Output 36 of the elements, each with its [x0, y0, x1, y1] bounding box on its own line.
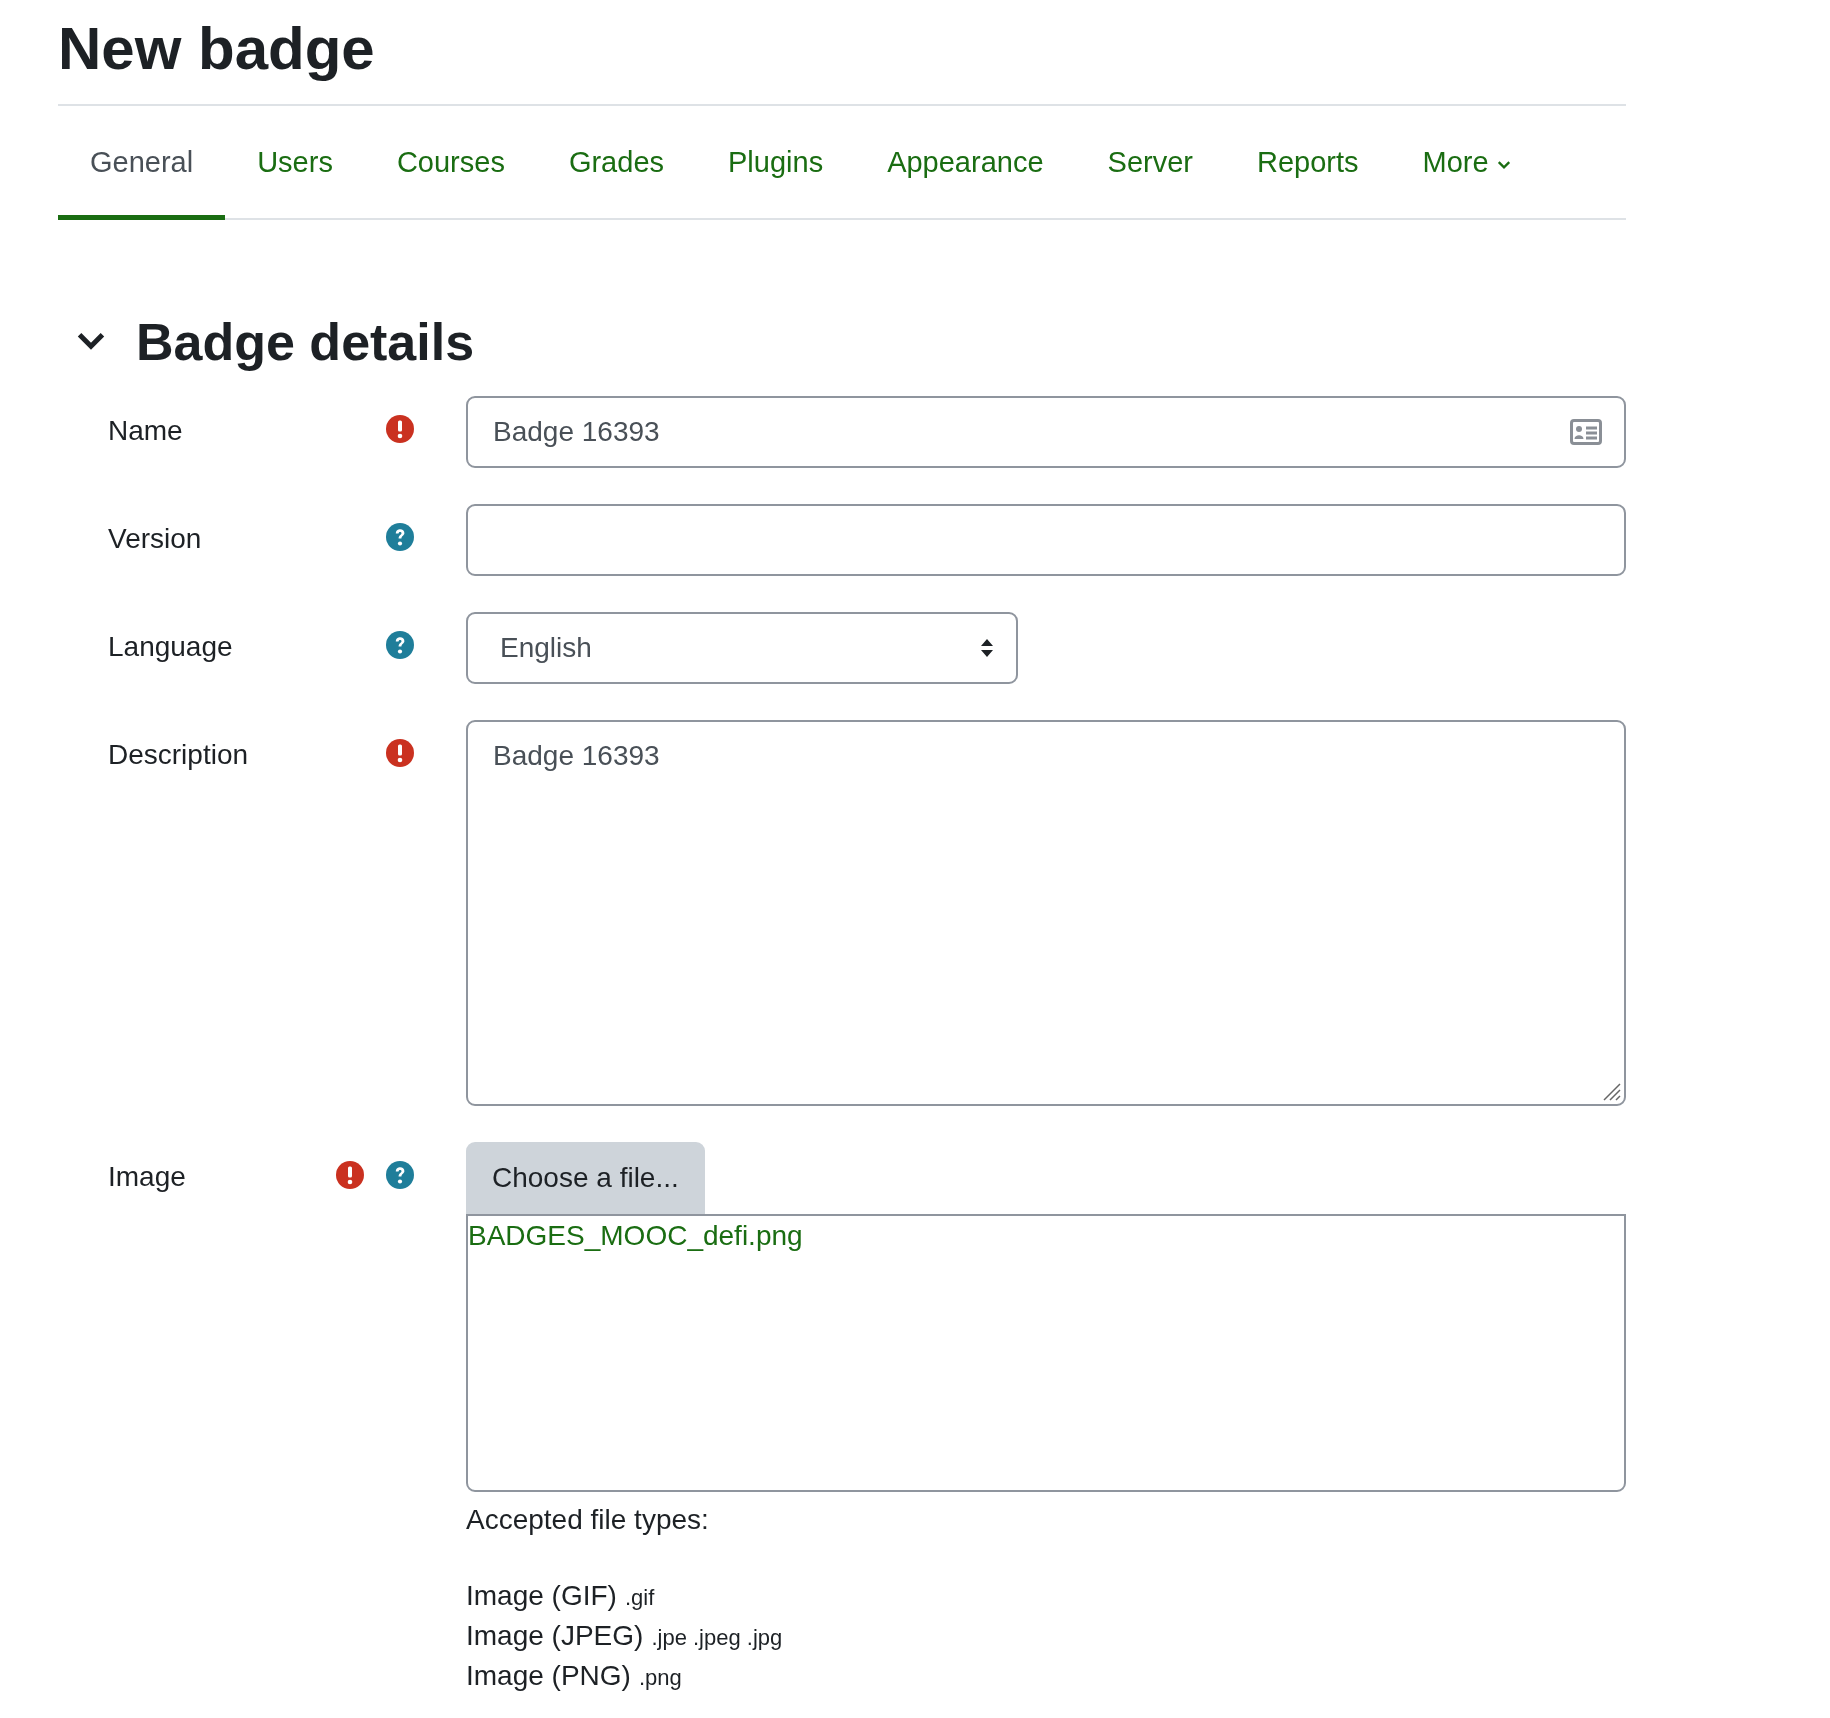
text-input[interactable]: Badge 16393 — [466, 396, 1626, 468]
field-label: Image — [108, 1161, 186, 1193]
language-select[interactable]: English — [466, 612, 1018, 684]
nav-tab[interactable]: Grades — [536, 106, 696, 220]
section-title: Badge details — [136, 312, 475, 372]
field-label: Name — [108, 415, 183, 447]
nav-tab[interactable]: Server — [1075, 106, 1225, 220]
file-extensions: .png — [638, 1665, 682, 1690]
nav-tab[interactable]: Courses — [364, 106, 537, 220]
nav-tab[interactable]: Reports — [1224, 106, 1391, 220]
description-textarea[interactable]: Badge 16393 — [466, 720, 1626, 1106]
file-extensions: .jpe .jpeg .jpg — [651, 1625, 783, 1650]
accepted-types-label: Accepted file types: — [466, 1504, 709, 1536]
nav-tab[interactable]: More — [1390, 106, 1543, 220]
field-label: Version — [108, 523, 202, 555]
help-icon[interactable] — [386, 631, 414, 659]
sort-arrows-icon — [980, 638, 994, 658]
help-icon[interactable] — [386, 1161, 414, 1189]
field-label: Description — [108, 739, 249, 771]
choose-file-button[interactable]: Choose a file... — [466, 1142, 705, 1214]
nav-tab[interactable]: Plugins — [696, 106, 856, 220]
resize-handle-icon[interactable] — [1601, 1081, 1621, 1101]
file-type-name: Image (PNG) — [466, 1660, 631, 1691]
contact-card-icon — [1570, 419, 1602, 445]
nav-tab[interactable]: Appearance — [855, 106, 1076, 220]
nav-tab[interactable]: General — [58, 106, 226, 220]
file-type-name: Image (GIF) — [466, 1580, 617, 1611]
file-extensions: .gif — [624, 1585, 655, 1610]
chevron-icon[interactable] — [76, 332, 106, 352]
page-title: New badge — [58, 10, 1626, 106]
field-label: Language — [108, 631, 233, 663]
text-input[interactable] — [466, 504, 1626, 576]
help-icon[interactable] — [386, 523, 414, 551]
file-link[interactable]: BADGES_MOOC_defi.png — [468, 1220, 803, 1251]
file-type-name: Image (JPEG) — [466, 1620, 644, 1651]
nav-tab[interactable]: Users — [225, 106, 365, 220]
